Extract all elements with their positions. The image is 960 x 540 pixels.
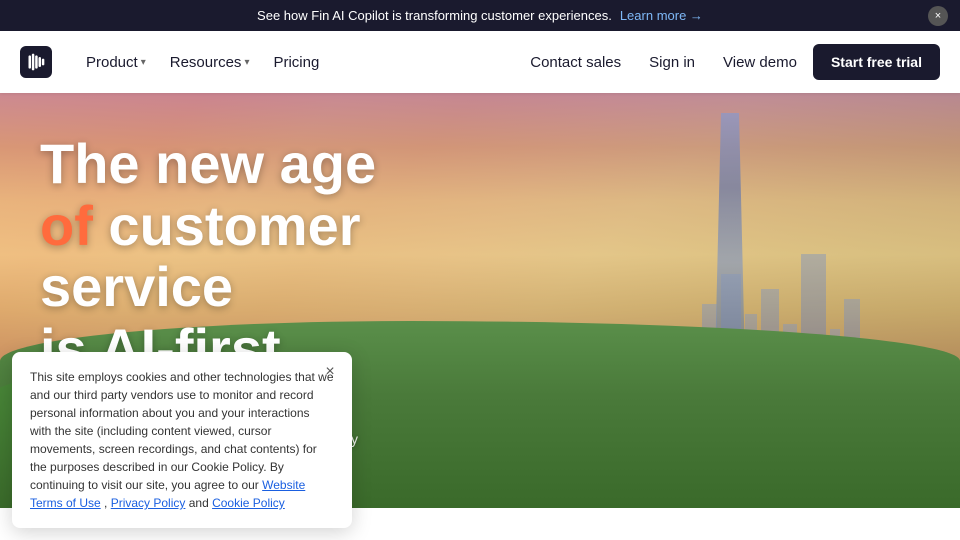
announcement-close-button[interactable]: ×	[928, 6, 948, 26]
view-demo-nav-link[interactable]: View demo	[711, 46, 809, 79]
contact-sales-link[interactable]: Contact sales	[518, 46, 633, 79]
privacy-link[interactable]: Privacy Policy	[111, 496, 186, 510]
cookie-close-button[interactable]: ×	[320, 362, 340, 382]
sign-in-link[interactable]: Sign in	[637, 46, 707, 79]
hero-title-line1: The new age	[40, 132, 376, 195]
cookie-banner: × This site employs cookies and other te…	[12, 352, 352, 528]
resources-chevron-icon: ▾	[244, 57, 249, 68]
start-trial-nav-button[interactable]: Start free trial	[813, 44, 940, 80]
nav-resources[interactable]: Resources ▾	[160, 48, 260, 77]
nav-links: Product ▾ Resources ▾ Pricing	[76, 48, 518, 77]
nav-right: Contact sales Sign in View demo Start fr…	[518, 44, 940, 80]
announcement-text: See how Fin AI Copilot is transforming c…	[257, 8, 612, 23]
product-chevron-icon: ▾	[141, 57, 146, 68]
navbar: Product ▾ Resources ▾ Pricing Contact sa…	[0, 31, 960, 93]
announcement-link[interactable]: Learn more	[620, 8, 703, 23]
cookie-policy-link[interactable]: Cookie Policy	[212, 496, 285, 510]
hero-title: The new age of customer service is AI-fi…	[40, 133, 540, 379]
nav-pricing[interactable]: Pricing	[263, 48, 329, 77]
nav-product[interactable]: Product ▾	[76, 48, 156, 77]
announcement-bar: See how Fin AI Copilot is transforming c…	[0, 0, 960, 31]
logo[interactable]	[20, 46, 52, 78]
hero-title-line2-prefix: of	[40, 194, 93, 257]
logo-icon	[20, 46, 52, 78]
cookie-text: This site employs cookies and other tech…	[30, 368, 334, 512]
